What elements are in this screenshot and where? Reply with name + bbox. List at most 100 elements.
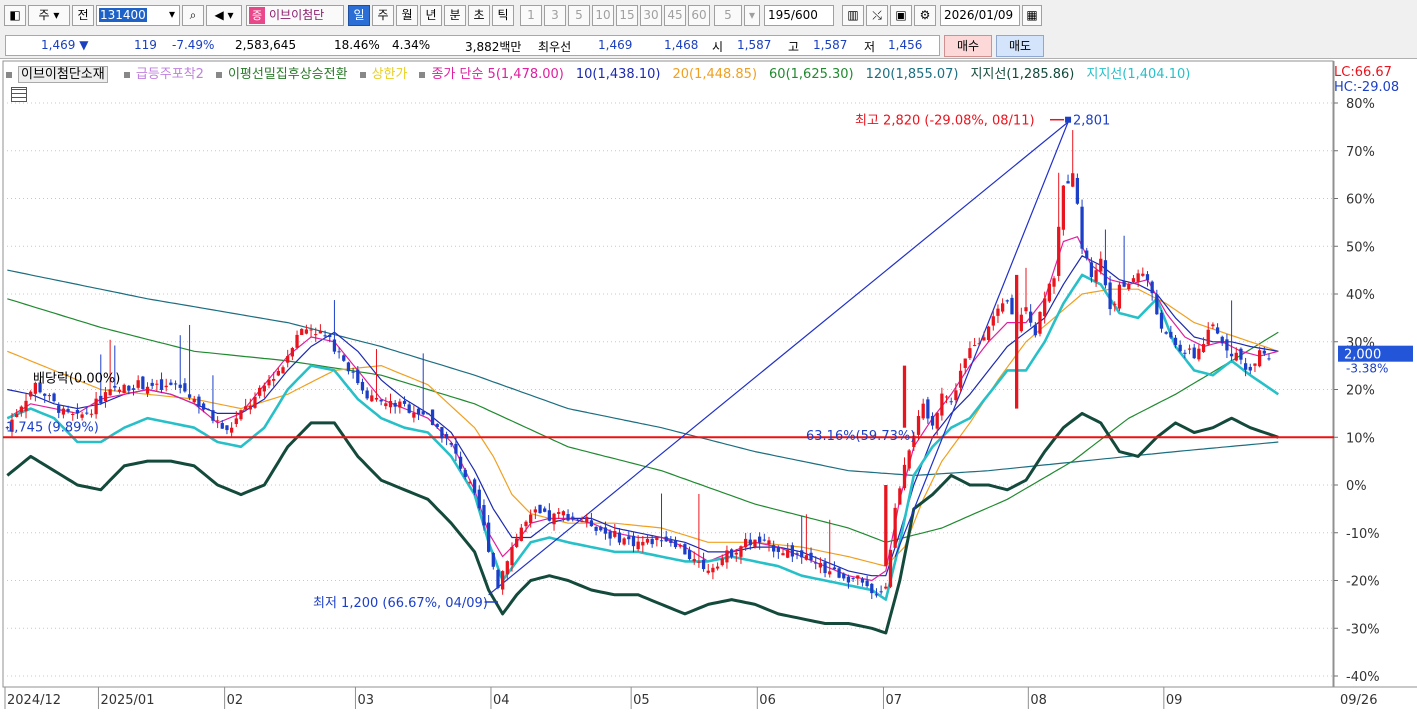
- period-tab-tick[interactable]: 틱: [492, 5, 514, 26]
- calendar-icon[interactable]: ▦: [1022, 5, 1042, 26]
- legend-item[interactable]: 지지선(1,285.86): [970, 67, 1080, 82]
- candle-body: [1145, 274, 1150, 281]
- candle-body: [636, 541, 640, 550]
- interval-5[interactable]: 5: [568, 5, 590, 26]
- period-tab-week[interactable]: 주: [372, 5, 394, 26]
- candle-body: [99, 395, 103, 403]
- candle-body: [47, 395, 52, 397]
- candle-body: [178, 384, 182, 388]
- price-annotation: 1,745 (9.89%): [6, 420, 99, 435]
- legend-item[interactable]: 상한가: [359, 67, 414, 82]
- x-tick-label: 08: [1030, 693, 1047, 708]
- candle-body: [856, 575, 860, 579]
- candle-body: [580, 521, 584, 523]
- speaker-icon[interactable]: ◀ ▾: [206, 5, 242, 26]
- candle-body: [286, 356, 290, 363]
- gear-icon[interactable]: ⚙: [914, 5, 936, 26]
- candle-body: [865, 580, 869, 587]
- legend-item[interactable]: 60(1,625.30): [769, 67, 860, 82]
- open-label: 시: [712, 40, 724, 54]
- legend-item[interactable]: 20(1,448.85): [672, 67, 763, 82]
- low-price: 1,456: [888, 38, 923, 52]
- period-tab-day[interactable]: 일: [348, 5, 370, 26]
- legend-item[interactable]: 종가 단순 5(1,478.00): [419, 67, 569, 82]
- period-tab-minute[interactable]: 분: [444, 5, 466, 26]
- legend-square-icon: [419, 71, 426, 78]
- candle-body: [458, 456, 463, 469]
- candle-body: [818, 562, 823, 568]
- lc-label: LC:66.67: [1334, 65, 1392, 80]
- high-price-label: 2,801: [1073, 114, 1110, 129]
- period-tab-second[interactable]: 초: [468, 5, 490, 26]
- high-label: 고: [788, 40, 800, 54]
- best-ask: 1,469: [598, 38, 633, 52]
- candle-body: [529, 514, 533, 524]
- buy-button[interactable]: 매수: [944, 35, 992, 57]
- best-price-label: 최우선: [538, 40, 572, 54]
- candle-body: [1201, 344, 1206, 353]
- count-input[interactable]: 195/600: [764, 5, 834, 26]
- period-tab-year[interactable]: 년: [420, 5, 442, 26]
- candle-body: [1094, 270, 1098, 282]
- candle-body: [1071, 173, 1075, 187]
- candle-body: [547, 510, 552, 521]
- candle-body: [543, 508, 547, 512]
- candle-body: [19, 406, 23, 413]
- stock-name-field[interactable]: 증 이브이첨단: [246, 5, 344, 26]
- candle-type-icon[interactable]: ▥: [842, 5, 864, 26]
- price-chart[interactable]: 80%70%60%50%40%30%20%10%0%-10%-20%-30%-4…: [0, 59, 1417, 717]
- candle-body: [552, 513, 556, 525]
- sell-button[interactable]: 매도: [996, 35, 1044, 57]
- x-tick-label: 02: [227, 693, 244, 708]
- interval-30[interactable]: 30: [640, 5, 662, 26]
- candle-body: [1066, 181, 1070, 184]
- interval-10[interactable]: 10: [592, 5, 614, 26]
- mode-select[interactable]: 주 ▾: [28, 5, 70, 26]
- search-icon[interactable]: ⌕: [182, 5, 204, 26]
- interval-3[interactable]: 3: [544, 5, 566, 26]
- legend-item[interactable]: 120(1,855.07): [866, 67, 965, 82]
- chart-legend: 이브이첨단소재 급등주포착2 이평선밀집후상승전환 상한가 종가 단순 5(1,478…: [6, 63, 1208, 83]
- y-tick-label: 20%: [1346, 384, 1375, 399]
- legend-item-label: 120(1,855.07): [865, 67, 959, 82]
- table-icon[interactable]: [11, 87, 27, 102]
- candle-body: [1150, 281, 1154, 294]
- candle-body: [1029, 311, 1033, 323]
- x-tick-label: 07: [885, 693, 902, 708]
- candle-body: [108, 389, 112, 396]
- interval-60[interactable]: 60: [688, 5, 710, 26]
- period-tab-month[interactable]: 월: [396, 5, 418, 26]
- prev-button[interactable]: 전: [72, 5, 94, 26]
- legend-title[interactable]: 이브이첨단소재: [6, 66, 114, 83]
- legend-item[interactable]: 이평선밀집후상승전환: [215, 67, 354, 82]
- interval-45[interactable]: 45: [664, 5, 686, 26]
- candle-body: [1099, 258, 1103, 272]
- interval-1[interactable]: 1: [520, 5, 542, 26]
- line-tool-icon[interactable]: ⤯: [866, 5, 888, 26]
- candle-body: [515, 538, 519, 547]
- candle-body: [272, 378, 276, 381]
- candle-body: [935, 412, 939, 429]
- interval-chevron-icon[interactable]: ▾: [744, 5, 760, 26]
- interval-input[interactable]: 5: [714, 5, 742, 26]
- candle-body: [729, 549, 734, 557]
- chevron-down-icon[interactable]: ▾: [164, 5, 180, 26]
- candle-body: [524, 521, 528, 527]
- interval-15[interactable]: 15: [616, 5, 638, 26]
- candle-body: [655, 536, 659, 541]
- date-input[interactable]: 2026/01/09: [940, 5, 1020, 26]
- candle-body: [1085, 250, 1089, 259]
- candle-body: [323, 335, 327, 337]
- candle-body: [309, 329, 313, 331]
- mode-select-value: 주: [38, 8, 50, 22]
- save-icon[interactable]: ▣: [890, 5, 912, 26]
- candle-body: [991, 316, 995, 326]
- candle-body: [159, 379, 164, 390]
- candle-body: [1257, 350, 1262, 367]
- candle-body: [192, 398, 196, 403]
- legend-item[interactable]: 10(1,438.10): [576, 67, 667, 82]
- candle-body: [206, 409, 210, 411]
- window-icon[interactable]: ◧: [4, 5, 26, 26]
- legend-item[interactable]: 급등주포착2: [123, 67, 210, 82]
- legend-item[interactable]: 지지선(1,404.10): [1086, 67, 1196, 82]
